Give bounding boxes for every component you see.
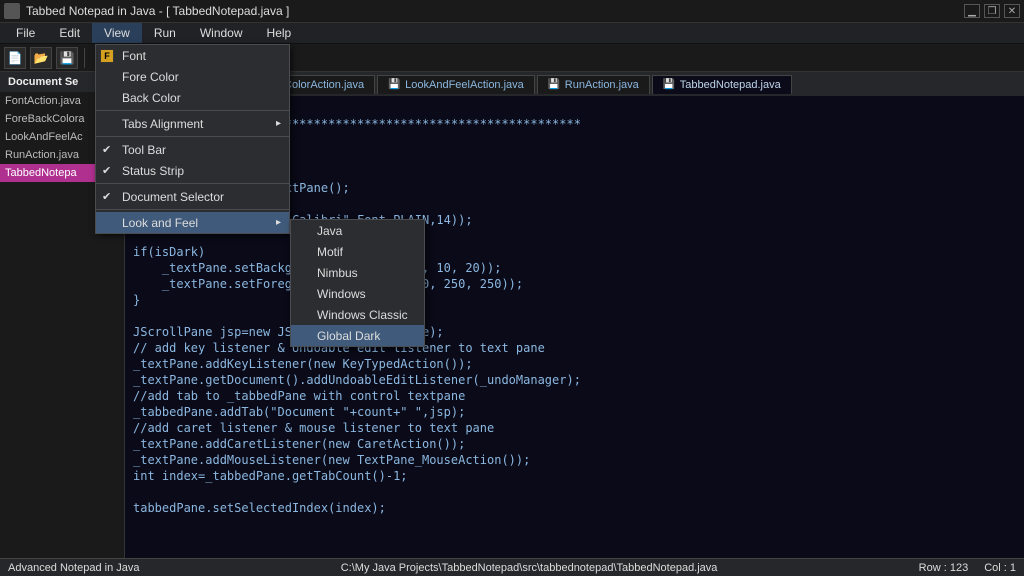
- menu-item-label: Tool Bar: [122, 143, 166, 157]
- view-dropdown: F Font Fore Color Back Color Tabs Alignment ✔…: [95, 44, 290, 234]
- menu-item-label: Global Dark: [317, 329, 380, 343]
- menu-item-tabs-alignment[interactable]: Tabs Alignment: [96, 113, 289, 134]
- menu-item-label: Font: [122, 49, 146, 63]
- menu-separator: [96, 209, 289, 210]
- menu-separator: [96, 110, 289, 111]
- window-controls: ▁ ❐ ✕: [964, 4, 1020, 18]
- menu-item-label: Java: [317, 224, 342, 238]
- save-button[interactable]: 💾: [56, 47, 78, 69]
- look-option-windows-classic[interactable]: Windows Classic: [291, 304, 424, 325]
- editor-tab[interactable]: LookAndFeelAction.java: [377, 75, 535, 94]
- menu-separator: [96, 136, 289, 137]
- look-option-windows[interactable]: Windows: [291, 283, 424, 304]
- status-file-path: C:\My Java Projects\TabbedNotepad\src\ta…: [341, 562, 718, 574]
- editor-tab[interactable]: TabbedNotepad.java: [652, 75, 792, 94]
- look-option-nimbus[interactable]: Nimbus: [291, 262, 424, 283]
- save-icon: [548, 79, 560, 91]
- look-and-feel-submenu: Java Motif Nimbus Windows Windows Classic Glo…: [290, 219, 425, 347]
- menu-item-window[interactable]: Window: [188, 23, 255, 43]
- menu-item-label: Windows Classic: [317, 308, 408, 322]
- menu-item-label: Fore Color: [122, 70, 179, 84]
- check-icon: ✔: [102, 190, 111, 203]
- menu-item-edit[interactable]: Edit: [47, 23, 92, 43]
- open-file-button[interactable]: 📂: [30, 47, 52, 69]
- status-row: Row : 123: [919, 562, 969, 574]
- window-title: Tabbed Notepad in Java - [ TabbedNotepad…: [26, 4, 289, 18]
- check-icon: ✔: [102, 143, 111, 156]
- menu-item-status-strip[interactable]: ✔ Status Strip: [96, 160, 289, 181]
- status-bar: Advanced Notepad in Java C:\My Java Proj…: [0, 558, 1024, 576]
- menu-item-label: Windows: [317, 287, 366, 301]
- title-bar: Tabbed Notepad in Java - [ TabbedNotepad…: [0, 0, 1024, 22]
- menu-item-font[interactable]: F Font: [96, 45, 289, 66]
- status-col: Col : 1: [984, 562, 1016, 574]
- menu-item-label: Status Strip: [122, 164, 184, 178]
- app-icon: [4, 3, 20, 19]
- menu-item-label: Back Color: [122, 91, 181, 105]
- menu-item-label: Nimbus: [317, 266, 358, 280]
- tab-label: RunAction.java: [565, 79, 639, 91]
- new-file-button[interactable]: 📄: [4, 47, 26, 69]
- menu-item-document-selector[interactable]: ✔ Document Selector: [96, 186, 289, 207]
- menu-item-look-and-feel[interactable]: Look and Feel: [96, 212, 289, 233]
- menu-item-back-color[interactable]: Back Color: [96, 87, 289, 108]
- menu-item-label: Motif: [317, 245, 343, 259]
- minimize-button[interactable]: ▁: [964, 4, 980, 18]
- tab-label: TabbedNotepad.java: [680, 79, 781, 91]
- restore-button[interactable]: ❐: [984, 4, 1000, 18]
- check-icon: ✔: [102, 164, 111, 177]
- font-icon: F: [100, 49, 114, 63]
- save-icon: [388, 79, 400, 91]
- menu-item-label: Document Selector: [122, 190, 224, 204]
- menu-separator: [96, 183, 289, 184]
- tab-label: LookAndFeelAction.java: [405, 79, 524, 91]
- look-option-motif[interactable]: Motif: [291, 241, 424, 262]
- editor-tab[interactable]: RunAction.java: [537, 75, 650, 94]
- menu-item-view[interactable]: View: [92, 23, 142, 43]
- menu-item-file[interactable]: File: [4, 23, 47, 43]
- status-app-name: Advanced Notepad in Java: [8, 562, 139, 574]
- look-option-java[interactable]: Java: [291, 220, 424, 241]
- menu-item-tool-bar[interactable]: ✔ Tool Bar: [96, 139, 289, 160]
- menu-item-fore-color[interactable]: Fore Color: [96, 66, 289, 87]
- look-option-global-dark[interactable]: Global Dark: [291, 325, 424, 346]
- menu-item-help[interactable]: Help: [255, 23, 304, 43]
- menu-bar: FileEditViewRunWindowHelp: [0, 22, 1024, 44]
- save-icon: [663, 79, 675, 91]
- menu-item-label: Tabs Alignment: [122, 117, 203, 131]
- menu-item-run[interactable]: Run: [142, 23, 188, 43]
- close-button[interactable]: ✕: [1004, 4, 1020, 18]
- toolbar-divider: [84, 48, 85, 68]
- menu-item-label: Look and Feel: [122, 216, 198, 230]
